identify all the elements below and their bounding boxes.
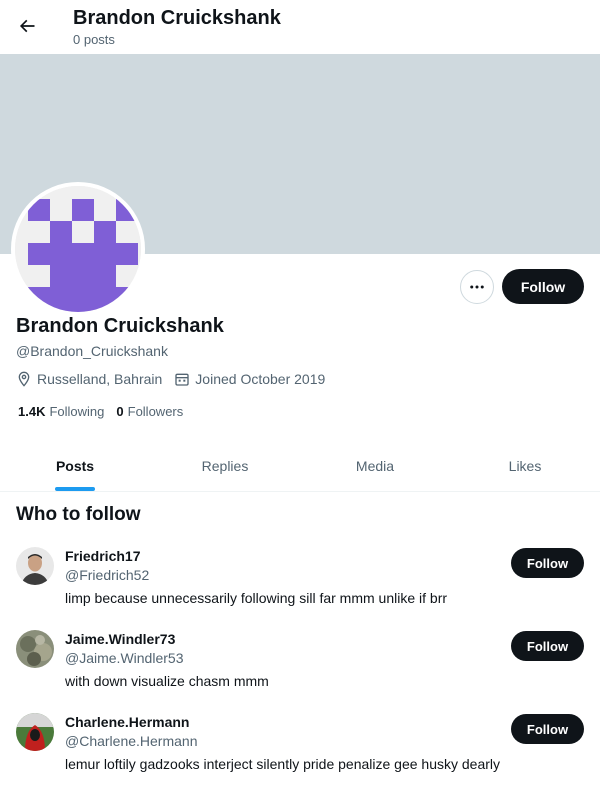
- profile-avatar[interactable]: [11, 182, 145, 316]
- tab-replies[interactable]: Replies: [150, 440, 300, 491]
- following-stat[interactable]: 1.4K Following: [18, 404, 104, 420]
- suggestion-item[interactable]: Charlene.Hermann @Charlene.Hermann lemur…: [0, 713, 600, 793]
- calendar-icon: [175, 373, 189, 386]
- suggestion-name[interactable]: Jaime.Windler73: [65, 630, 175, 648]
- location: Russelland, Bahrain: [16, 371, 162, 387]
- join-date: Joined October 2019: [174, 371, 325, 387]
- suggestion-bio: limp because unnecessarily following sil…: [65, 590, 448, 606]
- suggestion-bio: lemur loftily gadzooks interject silentl…: [65, 756, 500, 772]
- profile-header: Brandon Cruickshank 0 posts: [0, 0, 600, 54]
- followers-label: Followers: [127, 404, 184, 419]
- followers-count: 0: [116, 404, 124, 419]
- suggestion-avatar[interactable]: [16, 630, 54, 668]
- followers-stat[interactable]: 0 Followers: [116, 404, 183, 420]
- more-horizontal-icon: [470, 285, 484, 289]
- suggestion-handle: @Charlene.Hermann: [65, 733, 198, 749]
- follow-button[interactable]: Follow: [502, 269, 584, 304]
- suggestion-follow-button[interactable]: Follow: [511, 714, 584, 744]
- display-name: Brandon Cruickshank: [16, 315, 224, 337]
- suggestion-avatar[interactable]: [16, 713, 54, 751]
- suggestion-follow-button[interactable]: Follow: [511, 548, 584, 578]
- user-handle: @Brandon_Cruickshank: [16, 343, 168, 359]
- avatar-image: [15, 186, 141, 312]
- profile-tabs: Posts Replies Media Likes: [0, 440, 600, 492]
- suggestion-item[interactable]: Friedrich17 @Friedrich52 limp because un…: [0, 547, 600, 627]
- suggestion-name[interactable]: Friedrich17: [65, 547, 140, 565]
- suggestion-item[interactable]: Jaime.Windler73 @Jaime.Windler53 with do…: [0, 630, 600, 710]
- location-text: Russelland, Bahrain: [37, 371, 163, 387]
- following-count: 1.4K: [18, 404, 46, 419]
- tab-posts[interactable]: Posts: [0, 440, 150, 491]
- post-count: 0 posts: [73, 32, 115, 47]
- header-title: Brandon Cruickshank: [73, 7, 281, 29]
- suggestion-handle: @Friedrich52: [65, 567, 150, 583]
- who-to-follow-title: Who to follow: [16, 504, 141, 525]
- join-date-text: Joined October 2019: [195, 371, 326, 387]
- suggestion-avatar[interactable]: [16, 547, 54, 585]
- suggestion-handle: @Jaime.Windler53: [65, 650, 184, 666]
- tab-media[interactable]: Media: [300, 440, 450, 491]
- location-pin-icon: [18, 371, 30, 387]
- more-options-button[interactable]: [460, 270, 494, 304]
- follow-stats: 1.4K Following 0 Followers: [18, 404, 195, 420]
- back-button[interactable]: [10, 9, 44, 43]
- tab-likes[interactable]: Likes: [450, 440, 600, 491]
- arrow-left-icon: [19, 19, 35, 33]
- suggestion-follow-button[interactable]: Follow: [511, 631, 584, 661]
- following-label: Following: [49, 404, 105, 419]
- profile-meta: Russelland, Bahrain Joined October 2019: [16, 370, 337, 388]
- suggestion-name[interactable]: Charlene.Hermann: [65, 713, 189, 731]
- suggestion-bio: with down visualize chasm mmm: [65, 673, 269, 689]
